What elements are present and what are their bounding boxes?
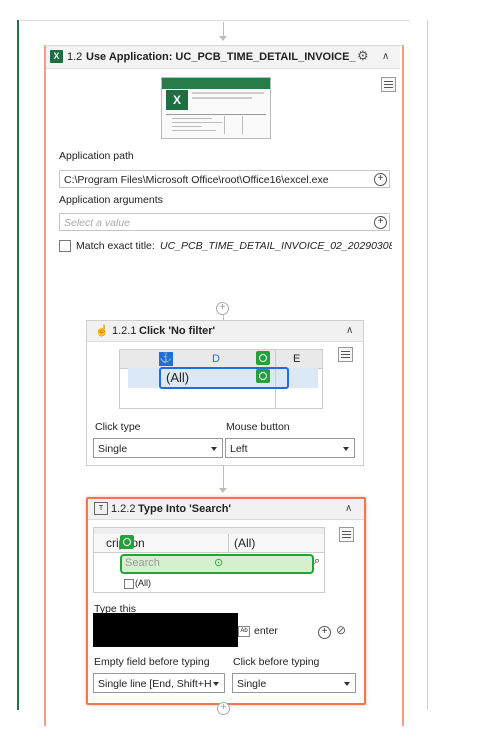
gear-icon[interactable]: ⚙ [357,48,369,64]
redacted-text-block [93,613,238,647]
activity-number: 1.2 [67,51,83,63]
type-into-icon: T [94,502,108,515]
connector-line [223,465,224,488]
add-icon[interactable]: + [374,216,387,229]
column-d-header: D [212,353,220,365]
application-arguments-label: Application arguments [59,194,163,206]
connector-arrow-icon [219,36,227,41]
click-before-label: Click before typing [233,656,320,668]
connector-line [223,22,224,36]
target-icon [256,369,270,383]
search-magnifier-icon: ⌕ [314,555,321,567]
menu-icon[interactable] [381,77,396,92]
mouse-button-label: Mouse button [226,421,290,433]
match-exact-title-value: UC_PCB_TIME_DETAIL_INVOICE_02_2029030894… [160,240,392,252]
preview-cell-value: (All) [234,536,256,550]
click-before-value: Single [237,678,267,690]
click-activity-card[interactable]: ☝ 1.2.1 Click 'No filter' ∧ D E ⚓ (All) … [86,320,364,466]
hide-icon[interactable]: ⊘ [336,623,346,637]
panel-divider [427,20,428,710]
click-activity-number: 1.2.1 [112,325,137,337]
target-icon: ⊙ [214,557,224,569]
enter-key-tag: enter [254,625,278,637]
abc-icon: Ab [238,626,250,637]
use-application-header[interactable]: X 1.2 Use Application: UC_PCB_TIME_DETAI… [46,46,400,69]
type-into-activity-card[interactable]: T 1.2.2 Type Into 'Search' ∧ cription (A… [86,497,366,705]
application-path-value: C:\Program Files\Microsoft Office\root\O… [64,174,329,186]
item-checkbox [124,579,134,589]
click-type-dropdown[interactable]: Single [93,438,223,458]
anchor-icon: ⚓ [159,352,173,366]
collapse-chevron-icon[interactable]: ∧ [345,503,352,514]
activity-title: Use Application: UC_PCB_TIME_DETAIL_INVO… [86,51,356,63]
match-exact-title-checkbox[interactable] [59,240,71,252]
excel-icon: X [50,50,63,63]
click-target-preview: D E ⚓ (All) [119,349,323,409]
type-into-activity-number: 1.2.2 [111,503,136,515]
menu-icon[interactable] [339,527,354,542]
preview-item-label: (All) [135,578,151,588]
mouse-button-dropdown[interactable]: Left [225,438,355,458]
type-into-activity-header[interactable]: T 1.2.2 Type Into 'Search' ∧ [88,499,364,520]
empty-field-dropdown[interactable]: Single line [End, Shift+H [93,673,225,693]
add-icon[interactable]: + [318,626,331,639]
sequence-rail [17,20,19,710]
menu-icon[interactable] [338,347,353,362]
type-target-preview: cription (All) Search ⊙ ⌕ (All) [93,527,325,593]
mouse-button-value: Left [230,443,248,455]
add-icon[interactable]: + [374,173,387,186]
empty-field-value: Single line [End, Shift+H [98,678,212,690]
application-path-field[interactable]: C:\Program Files\Microsoft Office\root\O… [59,170,390,188]
application-arguments-placeholder: Select a value [64,217,130,229]
anchor-target-icon [120,535,134,549]
top-divider [20,20,410,21]
type-this-field[interactable]: Ab enter [238,622,313,640]
application-arguments-field[interactable]: Select a value [59,213,390,231]
target-icon [256,351,270,365]
cell-value: (All) [166,370,190,385]
empty-field-label: Empty field before typing [94,656,210,668]
add-activity-icon[interactable]: + [216,302,229,315]
connector-arrow-icon [219,488,227,493]
application-screenshot-thumbnail: X [161,77,271,139]
click-icon: ☝ [95,325,109,337]
search-placeholder: Search [125,557,160,569]
click-before-dropdown[interactable]: Single [232,673,356,693]
collapse-chevron-icon[interactable]: ∧ [346,325,353,336]
click-activity-header[interactable]: ☝ 1.2.1 Click 'No filter' ∧ [87,321,363,342]
application-path-label: Application path [59,150,134,162]
column-e-header: E [293,353,301,365]
match-exact-title-label: Match exact title: [76,240,155,252]
add-activity-icon[interactable]: + [217,702,230,715]
collapse-chevron-icon[interactable]: ∧ [382,51,389,62]
click-type-label: Click type [95,421,141,433]
type-into-activity-title: Type Into 'Search' [138,503,232,515]
click-type-value: Single [98,443,128,455]
click-activity-title: Click 'No filter' [139,325,216,337]
